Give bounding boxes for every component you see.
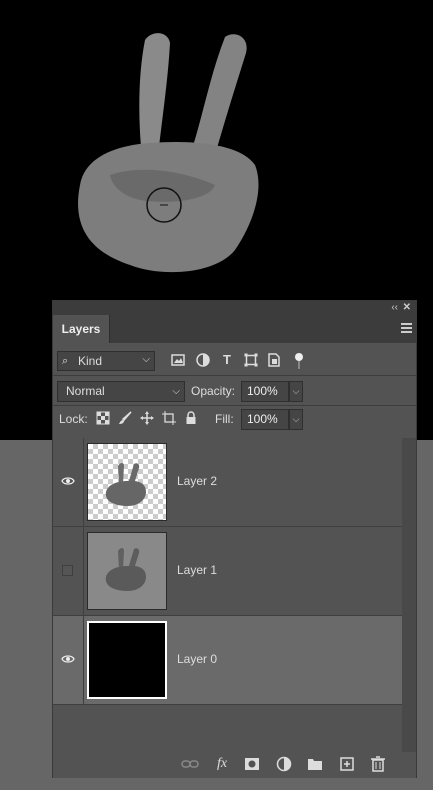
- lock-image-pixels-icon[interactable]: [118, 411, 132, 425]
- chevron-down-icon: ⌵: [142, 354, 150, 365]
- eye-icon[interactable]: [61, 476, 75, 486]
- layers-list: Layer 2 Layer 1 Layer 0: [53, 438, 402, 756]
- layer-thumbnail: [87, 532, 167, 610]
- layers-bottom-toolbar: fx: [53, 752, 416, 778]
- lock-artboard-icon[interactable]: [162, 411, 176, 425]
- tab-layers[interactable]: Layers: [53, 315, 110, 343]
- lock-position-icon[interactable]: [140, 411, 154, 425]
- close-panel-icon[interactable]: ✕: [403, 301, 411, 315]
- lock-label: Lock:: [59, 412, 88, 426]
- smart-object-filter-icon[interactable]: [267, 353, 281, 367]
- blend-mode-value: Normal: [66, 384, 105, 398]
- blend-mode-select[interactable]: Normal ⌵: [57, 381, 185, 402]
- visibility-toggle[interactable]: [53, 527, 84, 615]
- fill-slider-toggle[interactable]: ⌵: [289, 409, 303, 430]
- filter-toggle-switch[interactable]: [295, 353, 303, 369]
- opacity-input[interactable]: 100%: [241, 381, 289, 402]
- collapse-panel-icon[interactable]: ‹‹: [391, 301, 398, 315]
- filter-row: ⌕ Kind ⌵ T: [53, 351, 416, 377]
- panel-header: ‹‹ ✕: [53, 301, 416, 315]
- lock-transparent-pixels-icon[interactable]: [96, 411, 110, 425]
- blend-row: Normal ⌵ Opacity: 100% ⌵: [53, 379, 416, 405]
- hand-image: [78, 33, 259, 273]
- shape-filter-icon[interactable]: [244, 353, 258, 367]
- layer-name[interactable]: Layer 0: [177, 652, 217, 666]
- hidden-visibility-box[interactable]: [62, 565, 73, 576]
- layer-row[interactable]: Layer 2: [53, 438, 402, 527]
- divider: [53, 405, 416, 406]
- adjustment-filter-icon[interactable]: [196, 353, 210, 367]
- lock-all-icon[interactable]: [184, 411, 198, 425]
- delete-layer-icon[interactable]: [369, 755, 387, 773]
- hand-thumbnail-image: [105, 463, 146, 506]
- fill-input[interactable]: 100%: [241, 409, 289, 430]
- eye-icon[interactable]: [61, 654, 75, 664]
- layer-name[interactable]: Layer 2: [177, 474, 217, 488]
- add-mask-icon[interactable]: [243, 755, 261, 773]
- layer-row[interactable]: Layer 1: [53, 527, 402, 616]
- layer-thumbnail: [87, 621, 167, 699]
- layer-thumbnail: [87, 443, 167, 521]
- visibility-toggle[interactable]: [53, 438, 84, 526]
- divider: [53, 375, 416, 376]
- panel-tabbar: Layers: [53, 315, 416, 343]
- fx-icon[interactable]: fx: [213, 755, 231, 773]
- new-group-icon[interactable]: [306, 755, 324, 773]
- panel-menu-icon[interactable]: [401, 323, 412, 333]
- search-icon: ⌕: [62, 355, 69, 367]
- filter-kind-select[interactable]: ⌕ Kind ⌵: [57, 351, 155, 371]
- filter-kind-label: Kind: [78, 354, 103, 368]
- layer-name[interactable]: Layer 1: [177, 563, 217, 577]
- new-layer-icon[interactable]: [338, 755, 356, 773]
- type-filter-icon[interactable]: T: [220, 353, 234, 367]
- chevron-down-icon: ⌵: [172, 386, 180, 397]
- layers-scrollbar[interactable]: [402, 438, 416, 756]
- adjustment-layer-icon[interactable]: [275, 755, 293, 773]
- opacity-label: Opacity:: [191, 384, 236, 398]
- link-layers-icon[interactable]: [181, 755, 199, 773]
- visibility-toggle[interactable]: [53, 616, 84, 704]
- image-filter-icon[interactable]: [171, 353, 185, 367]
- hand-thumbnail-image: [105, 548, 146, 591]
- fill-label: Fill:: [215, 412, 234, 426]
- lock-row: Lock: Fill: 100% ⌵: [53, 407, 416, 435]
- opacity-slider-toggle[interactable]: ⌵: [289, 381, 303, 402]
- layer-row[interactable]: Layer 0: [53, 616, 402, 705]
- layers-panel: ‹‹ ✕ Layers ⌕ Kind ⌵ T Normal ⌵ Opacity:…: [52, 300, 417, 778]
